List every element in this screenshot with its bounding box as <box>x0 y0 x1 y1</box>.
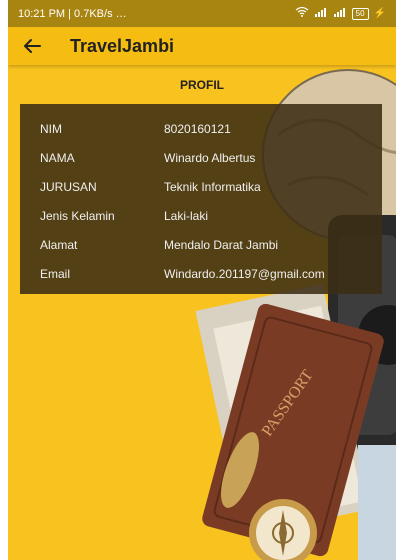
value-nama: Winardo Albertus <box>164 150 256 165</box>
info-row-alamat: Alamat Mendalo Darat Jambi <box>20 230 382 259</box>
status-time: 10:21 PM | 0.7KB/s … <box>18 8 127 20</box>
status-icons: 50 ⚡ <box>295 6 386 20</box>
profile-info-panel: NIM 8020160121 NAMA Winardo Albertus JUR… <box>20 104 382 294</box>
label-nim: NIM <box>40 121 62 136</box>
info-row-email: Email Windardo.201197@gmail.com <box>20 259 382 288</box>
label-alamat: Alamat <box>40 237 78 252</box>
charging-icon: ⚡ <box>373 8 386 19</box>
status-extra: … <box>115 7 127 20</box>
label-nama: NAMA <box>40 150 75 165</box>
signal-icon <box>314 7 328 20</box>
value-jurusan: Teknik Informatika <box>164 179 261 194</box>
value-nim: 8020160121 <box>164 121 231 136</box>
info-row-nim: NIM 8020160121 <box>20 114 382 143</box>
signal-icon-2 <box>333 7 347 20</box>
value-jenis-kelamin: Laki-laki <box>164 208 209 223</box>
profile-title: PROFIL <box>180 78 224 92</box>
label-jenis-kelamin: Jenis Kelamin <box>40 208 115 223</box>
phone-screen: 10:21 PM | 0.7KB/s … 50 ⚡ TravelJambi PA… <box>8 0 396 560</box>
wifi-icon <box>295 6 309 20</box>
app-bar: TravelJambi <box>8 27 396 65</box>
label-email: Email <box>40 266 71 281</box>
info-row-jurusan: JURUSAN Teknik Informatika <box>20 172 382 201</box>
status-time-text: 10:21 PM | 0.7KB/s <box>18 7 116 20</box>
app-title: TravelJambi <box>70 35 175 56</box>
value-email: Windardo.201197@gmail.com <box>164 266 325 281</box>
value-alamat: Mendalo Darat Jambi <box>164 237 279 252</box>
battery-icon: 50 <box>351 7 369 20</box>
status-bar: 10:21 PM | 0.7KB/s … 50 ⚡ <box>8 0 396 27</box>
info-row-nama: NAMA Winardo Albertus <box>20 143 382 172</box>
info-row-jenis-kelamin: Jenis Kelamin Laki-laki <box>20 201 382 230</box>
label-jurusan: JURUSAN <box>40 179 97 194</box>
back-arrow-icon[interactable] <box>20 34 44 58</box>
